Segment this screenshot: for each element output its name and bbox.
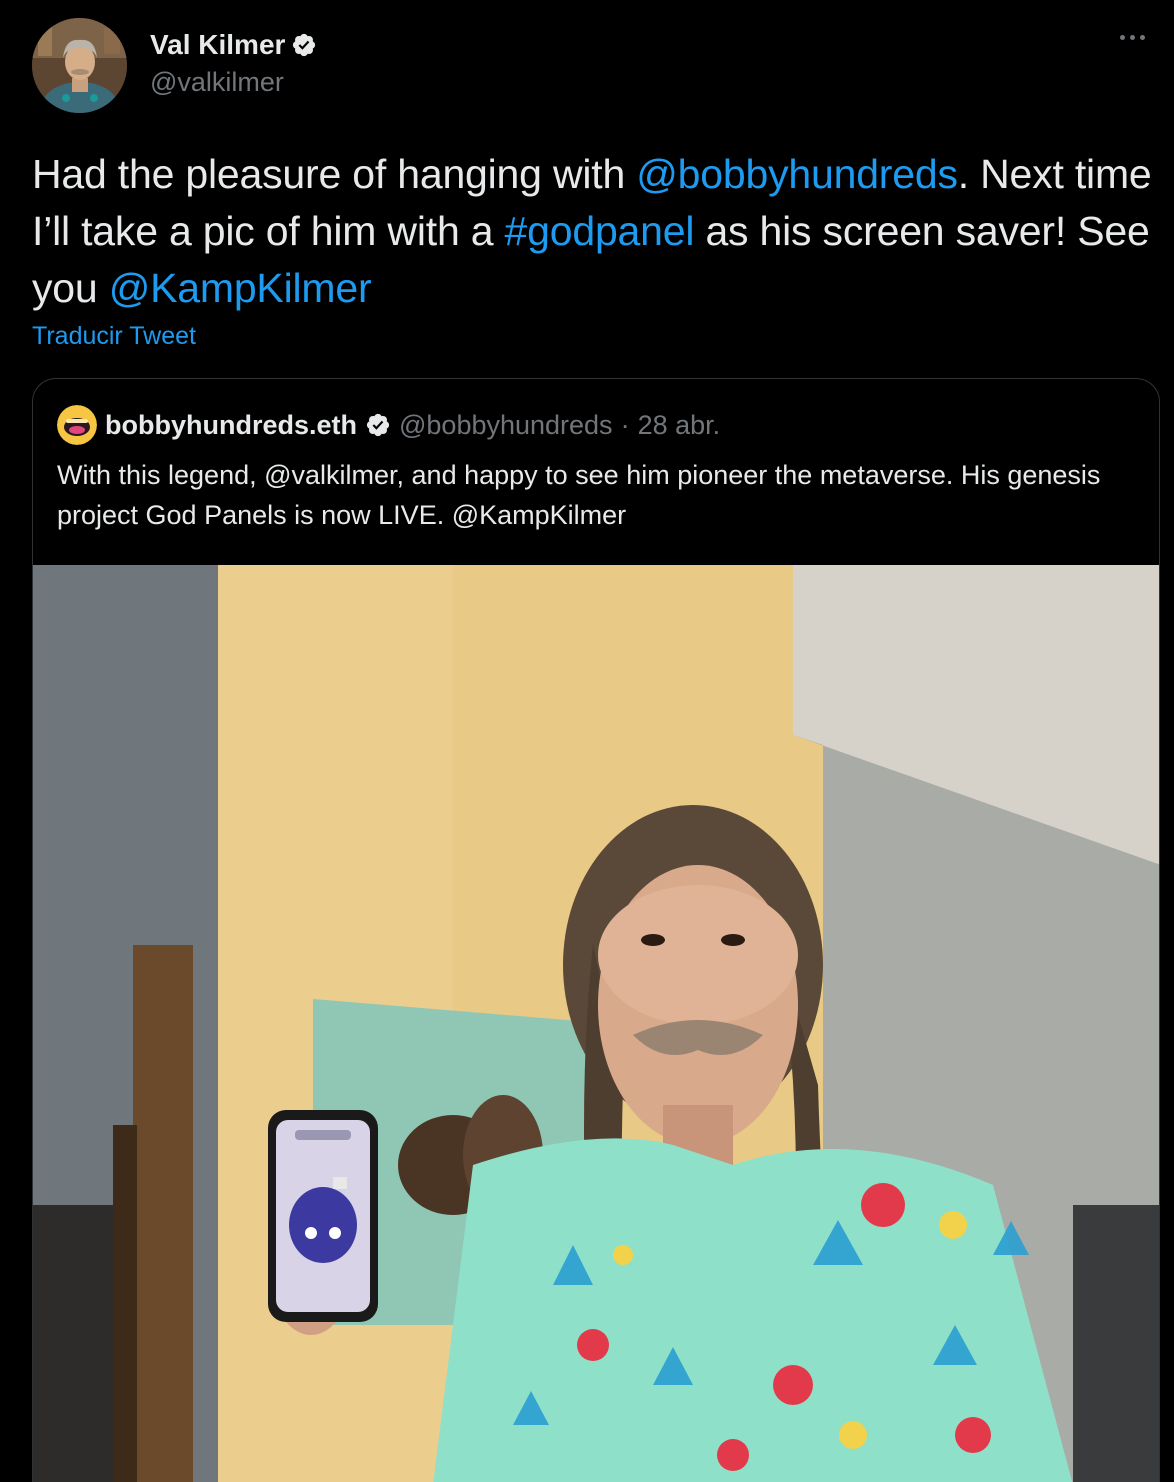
verified-badge-icon: [291, 32, 317, 58]
quoted-tweet-header: bobbyhundreds.eth @bobbyhundreds · 28 ab…: [57, 405, 720, 445]
quoted-tweet-photo[interactable]: [33, 565, 1159, 1482]
author-avatar[interactable]: [32, 18, 127, 113]
tweet-text-segment: Had the pleasure of hanging with: [32, 151, 637, 197]
quoted-display-name[interactable]: bobbyhundreds.eth: [105, 407, 357, 443]
author-display-name[interactable]: Val Kilmer: [150, 28, 285, 62]
more-options-icon[interactable]: [1110, 22, 1154, 52]
quoted-handle[interactable]: @bobbyhundreds: [399, 407, 613, 443]
quoted-author-avatar[interactable]: [57, 405, 97, 445]
photo-illustration: [33, 565, 1159, 1482]
mention-link[interactable]: @bobbyhundreds: [636, 151, 958, 197]
quoted-tweet[interactable]: bobbyhundreds.eth @bobbyhundreds · 28 ab…: [32, 378, 1160, 1482]
quoted-tweet-text: With this legend, @valkilmer, and happy …: [57, 460, 1101, 530]
author-info: Val Kilmer @valkilmer: [150, 28, 317, 100]
tweet-header: Val Kilmer @valkilmer: [32, 18, 1154, 114]
verified-badge-icon: [365, 412, 391, 438]
separator-dot: ·: [620, 410, 630, 440]
hashtag-link[interactable]: #godpanel: [505, 208, 695, 254]
author-handle[interactable]: @valkilmer: [150, 64, 317, 100]
quoted-date[interactable]: 28 abr.: [638, 407, 721, 443]
author-display-name-row[interactable]: Val Kilmer: [150, 28, 317, 62]
tweet-text: Had the pleasure of hanging with @bobbyh…: [32, 146, 1152, 317]
tweet: Val Kilmer @valkilmer Had the pleasure o…: [0, 0, 1174, 1482]
translate-tweet-link[interactable]: Traducir Tweet: [32, 322, 196, 351]
mention-link[interactable]: @KampKilmer: [109, 265, 372, 311]
